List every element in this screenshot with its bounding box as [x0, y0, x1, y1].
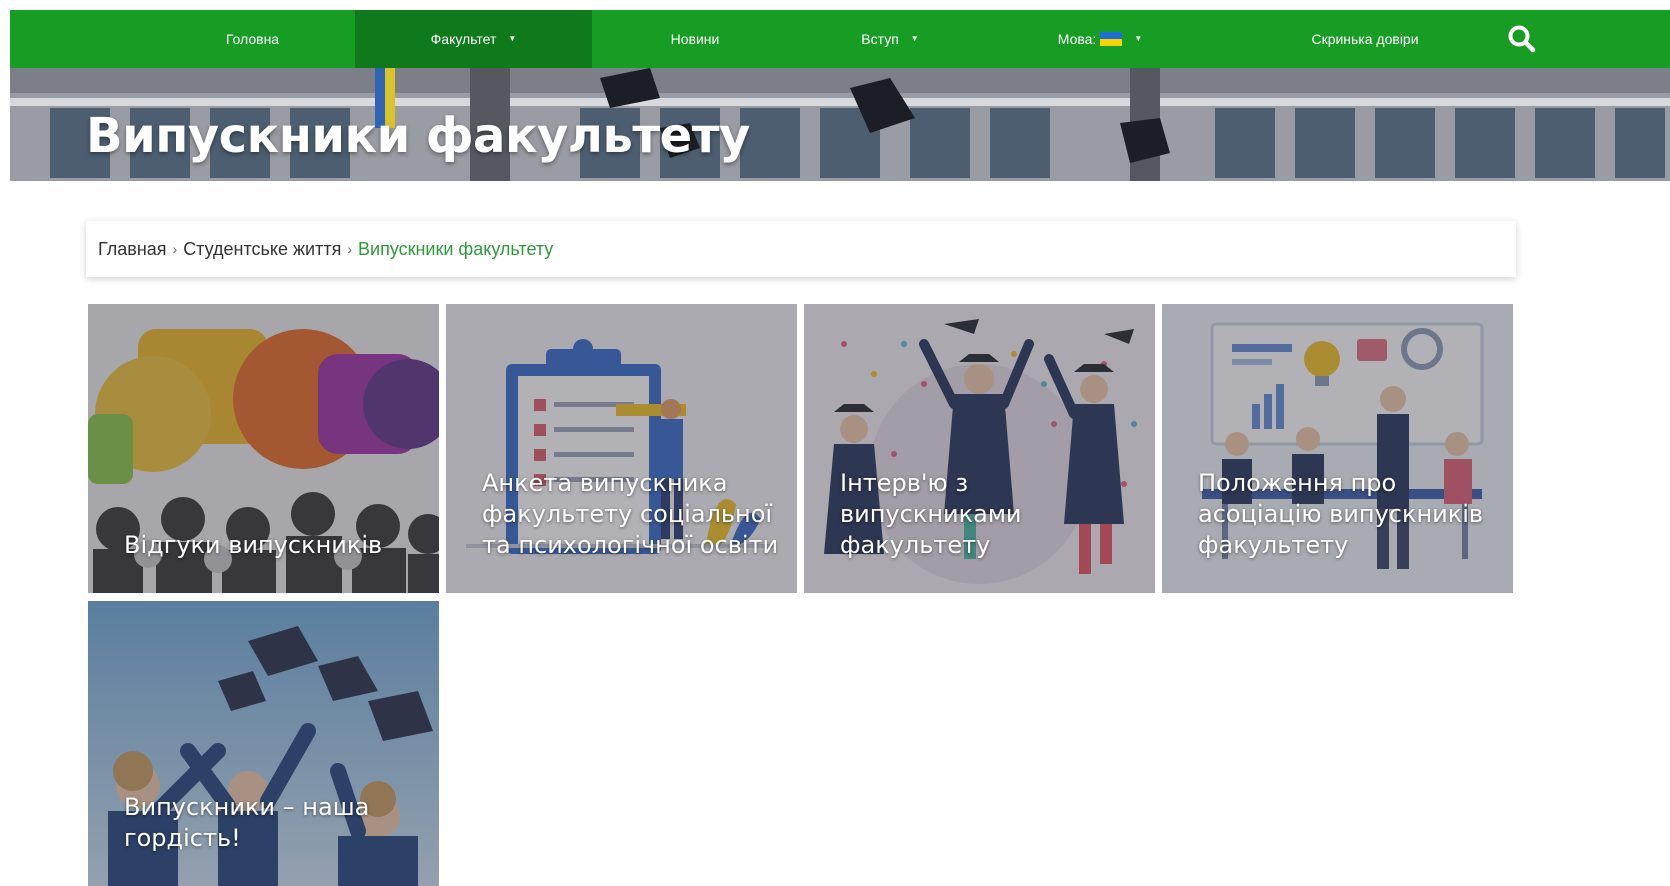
nav-item-label: Головна — [225, 31, 280, 47]
breadcrumb-link-student-life[interactable]: Студентське життя — [183, 239, 341, 260]
hero-banner: Випускники факультету — [10, 68, 1670, 181]
nav-item-language[interactable]: Мова: ▼ — [1025, 10, 1175, 68]
card-graduate-interviews[interactable]: Інтерв'ю з випускниками факультету — [804, 304, 1155, 593]
card-title: Випускники – наша гордість! — [124, 793, 370, 852]
search-icon[interactable] — [1507, 24, 1537, 54]
card-title: Положення про асоціацію випускників факу… — [1198, 469, 1484, 559]
breadcrumb-separator: › — [347, 241, 353, 257]
card-graduate-survey[interactable]: Анкета випускника факультету соціальної … — [446, 304, 797, 593]
breadcrumb-separator: › — [172, 241, 178, 257]
caret-down-icon: ▼ — [910, 33, 919, 43]
breadcrumb-current: Випускники факультету — [358, 238, 554, 259]
nav-item-trust-box[interactable]: Скринька довіри — [1260, 10, 1470, 68]
caret-down-icon: ▼ — [1134, 33, 1143, 43]
main-navigation: Головна Факультет ▼ Новини Вступ ▼ Мова:… — [10, 10, 1670, 68]
card-graduate-reviews[interactable]: Відгуки випускників — [88, 304, 439, 593]
nav-item-label: Мова: — [1057, 31, 1097, 47]
nav-item-home[interactable]: Головна — [190, 10, 315, 68]
caret-down-icon: ▼ — [508, 33, 517, 43]
card-title: Інтерв'ю з випускниками факультету — [840, 469, 1022, 559]
card-graduates-our-pride[interactable]: Випускники – наша гордість! — [88, 601, 439, 886]
nav-item-label: Вступ — [861, 31, 899, 47]
nav-item-faculty[interactable]: Факультет ▼ — [355, 10, 592, 68]
card-alumni-association-regulations[interactable]: Положення про асоціацію випускників факу… — [1162, 304, 1513, 593]
nav-item-label: Скринька довіри — [1311, 31, 1419, 47]
nav-item-admission[interactable]: Вступ ▼ — [830, 10, 950, 68]
card-title: Анкета випускника факультету соціальної … — [482, 469, 779, 559]
nav-item-label: Факультет — [430, 31, 497, 47]
nav-item-news[interactable]: Новини — [630, 10, 760, 68]
page-title: Випускники факультету — [86, 108, 750, 164]
ukraine-flag-icon — [1100, 32, 1123, 46]
nav-item-label: Новини — [670, 31, 720, 47]
card-title: Відгуки випускників — [124, 531, 383, 559]
breadcrumb: Главная › Студентське життя › Випускники… — [86, 221, 1516, 277]
breadcrumb-link-home[interactable]: Главная — [98, 239, 167, 260]
